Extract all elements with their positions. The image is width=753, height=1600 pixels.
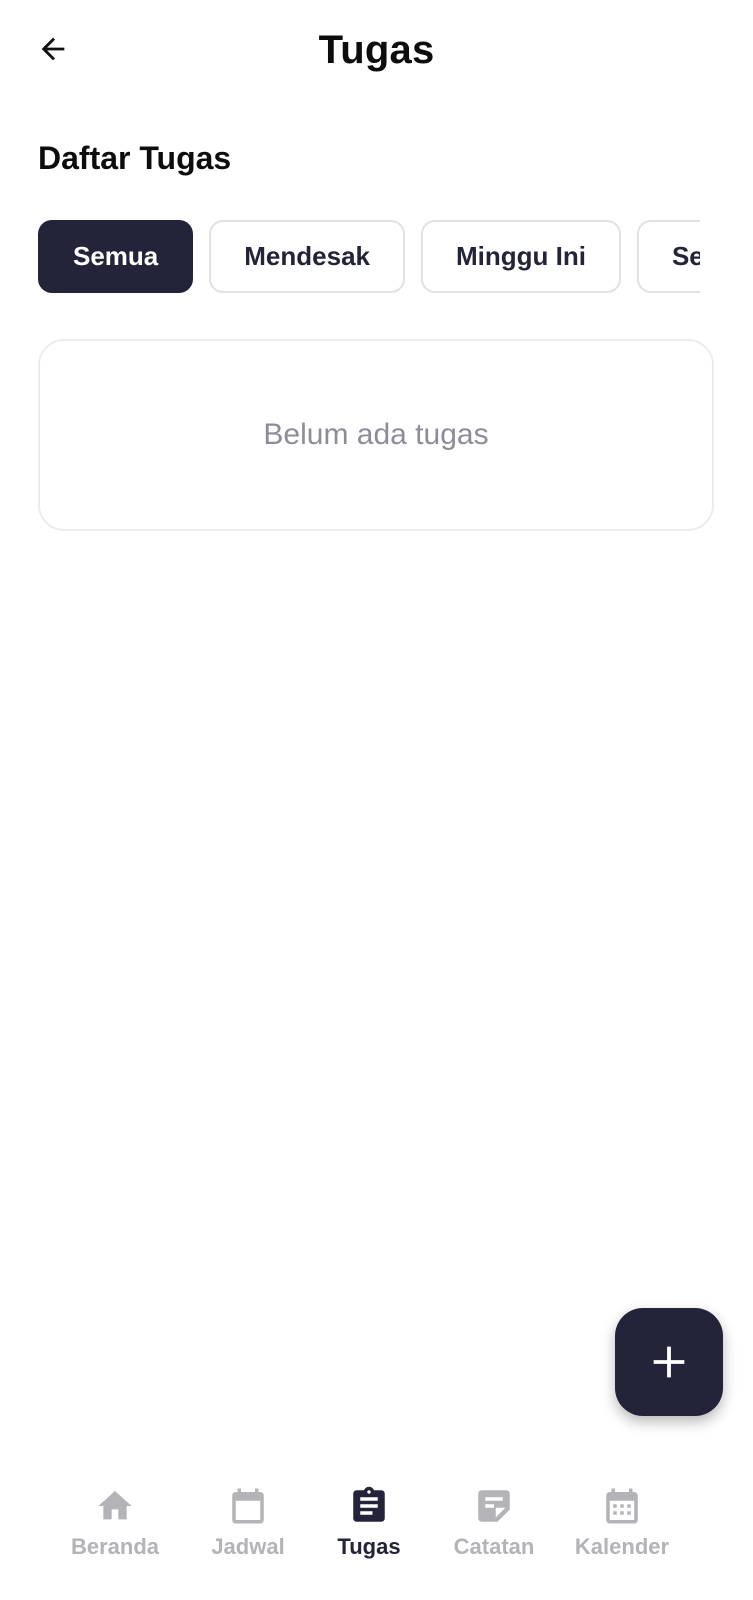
filter-chips-scroller[interactable]: Semua Mendesak Minggu Ini Selesai — [38, 220, 700, 294]
add-task-button[interactable] — [615, 1308, 723, 1416]
nav-item-tugas[interactable]: Tugas — [304, 1470, 434, 1570]
section-title: Daftar Tugas — [38, 140, 232, 176]
empty-state-message: Belum ada tugas — [263, 418, 489, 451]
tasks-screen: Tugas Daftar Tugas Semua Mendesak Minggu… — [0, 0, 753, 1600]
bottom-navigation: Beranda Jadwal Tugas Catatan Kalender — [0, 1470, 753, 1600]
filter-chip-selesai[interactable]: Selesai — [636, 220, 700, 293]
nav-item-kalender[interactable]: Kalender — [557, 1470, 687, 1570]
page-title: Tugas — [318, 28, 435, 72]
calendar-blank-icon — [226, 1484, 270, 1528]
nav-label-tugas: Tugas — [337, 1534, 401, 1559]
nav-label-catatan: Catatan — [453, 1534, 535, 1559]
nav-item-beranda[interactable]: Beranda — [50, 1470, 180, 1570]
filter-chip-semua[interactable]: Semua — [38, 220, 194, 293]
home-icon — [93, 1484, 137, 1528]
filter-chip-minggu-ini[interactable]: Minggu Ini — [421, 220, 621, 293]
filter-chip-mendesak[interactable]: Mendesak — [209, 220, 405, 293]
nav-label-kalender: Kalender — [574, 1534, 670, 1559]
clipboard-icon — [347, 1484, 391, 1528]
app-header: Tugas — [0, 0, 753, 100]
nav-label-beranda: Beranda — [70, 1534, 160, 1559]
nav-label-jadwal: Jadwal — [211, 1534, 285, 1559]
filter-chips-row: Semua Mendesak Minggu Ini Selesai — [38, 220, 700, 293]
note-icon — [472, 1484, 516, 1528]
calendar-grid-icon — [600, 1484, 644, 1528]
plus-icon — [653, 1346, 685, 1378]
nav-item-jadwal[interactable]: Jadwal — [183, 1470, 313, 1570]
empty-state-card: Belum ada tugas — [38, 339, 714, 531]
nav-item-catatan[interactable]: Catatan — [429, 1470, 559, 1570]
